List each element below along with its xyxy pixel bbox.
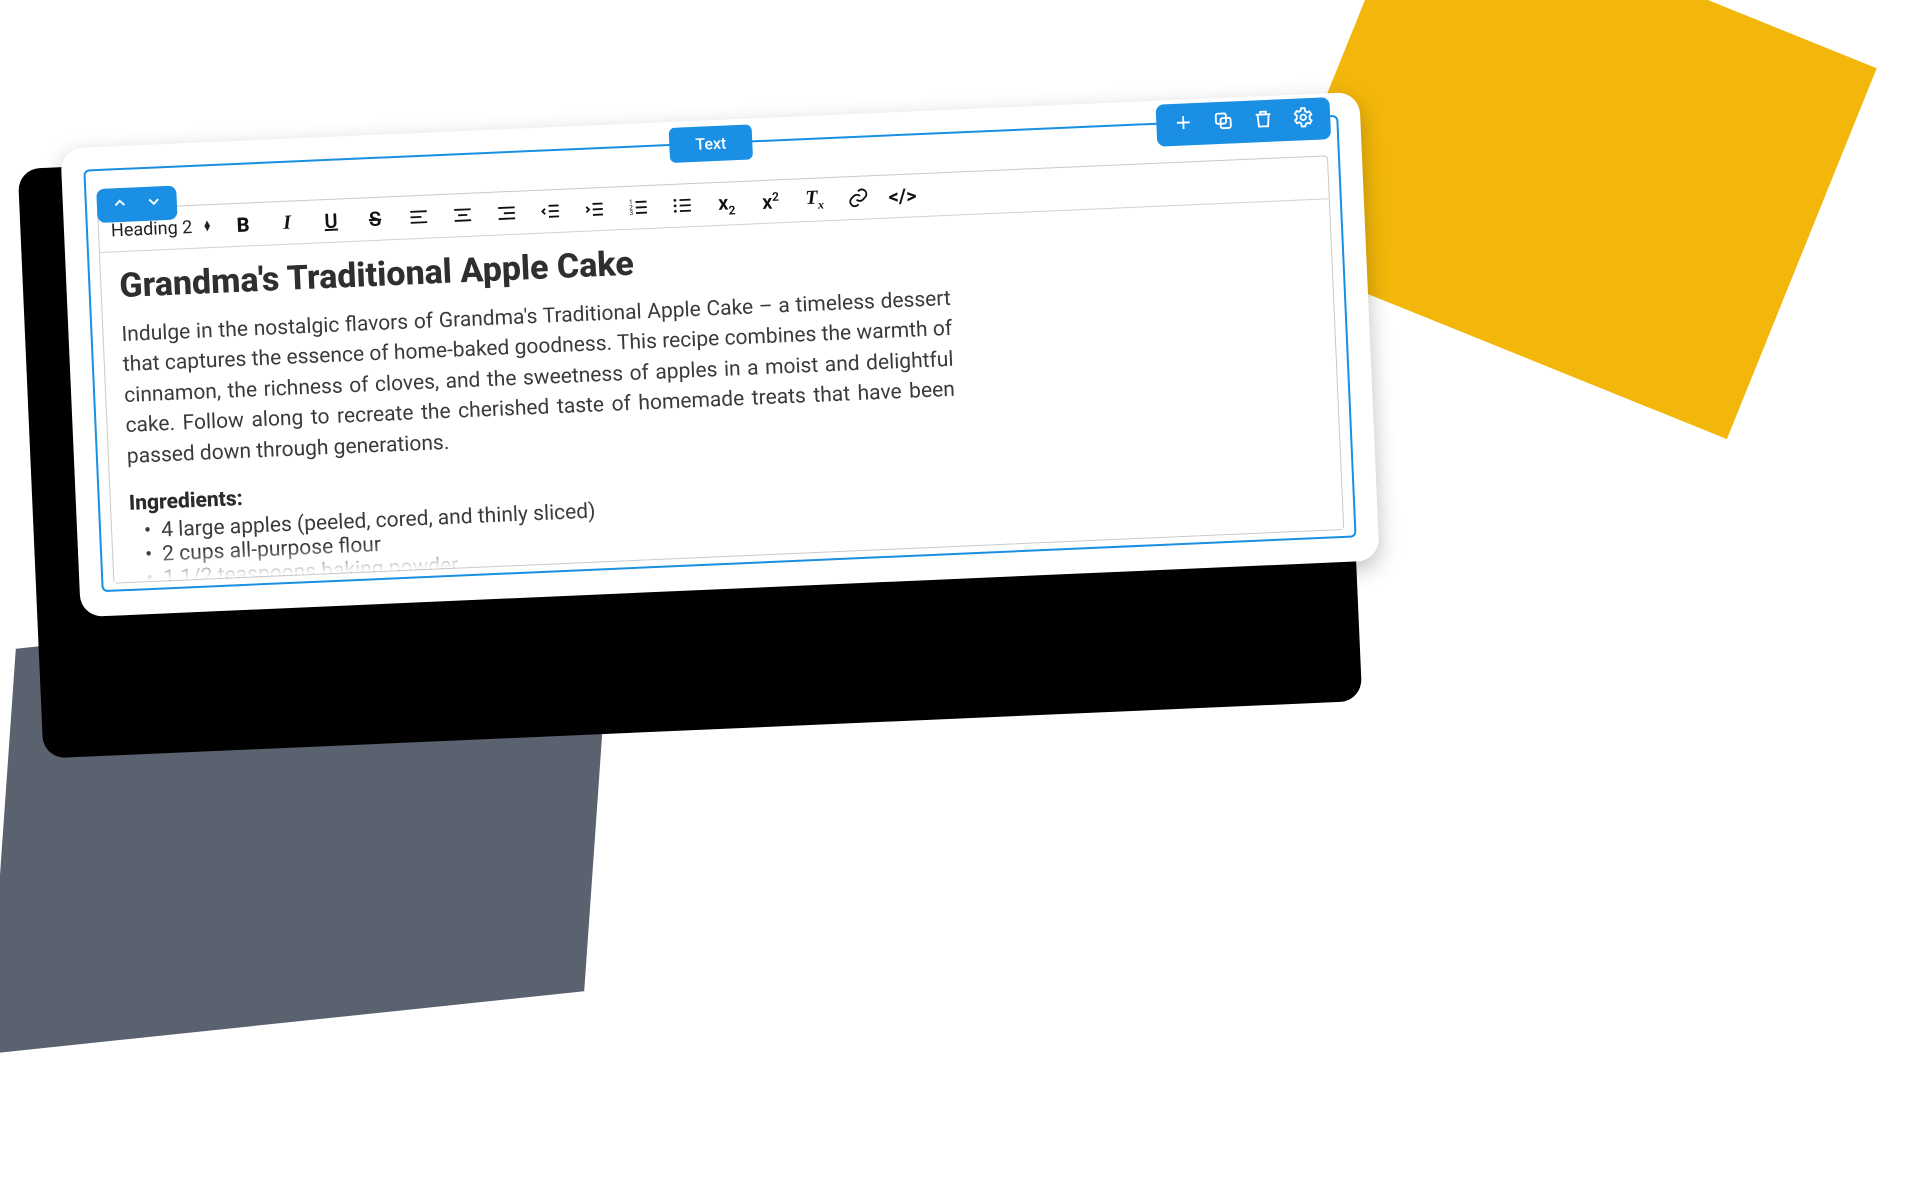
ordered-list-icon: 123 xyxy=(627,196,650,219)
superscript-button[interactable]: x2 xyxy=(757,188,784,215)
svg-text:3: 3 xyxy=(630,209,634,217)
strikethrough-button[interactable]: S xyxy=(361,205,388,232)
align-right-icon xyxy=(495,202,518,225)
outdent-icon xyxy=(539,200,562,223)
move-down-button[interactable] xyxy=(144,192,163,215)
delete-block-button[interactable] xyxy=(1252,108,1275,135)
block-reorder xyxy=(96,186,177,223)
italic-button[interactable]: I xyxy=(274,209,301,236)
superscript-icon: x2 xyxy=(762,189,780,214)
code-icon: </> xyxy=(888,183,917,208)
chevron-down-icon xyxy=(144,192,163,211)
editor-card: Text xyxy=(60,92,1379,617)
add-block-button[interactable] xyxy=(1172,111,1195,138)
align-center-button[interactable] xyxy=(449,202,476,229)
code-view-button[interactable]: </> xyxy=(889,182,916,209)
select-chevrons-icon: ▲▼ xyxy=(202,221,212,231)
unordered-list-icon xyxy=(671,194,694,217)
indent-button[interactable] xyxy=(581,196,608,223)
subscript-icon: x2 xyxy=(718,190,736,218)
move-up-button[interactable] xyxy=(110,194,129,217)
underline-icon: U xyxy=(324,209,338,234)
ordered-list-button[interactable]: 123 xyxy=(625,194,652,221)
editor-panel: Heading 2 ▲▼ B I U S xyxy=(97,155,1344,583)
editor-frame: Text xyxy=(83,115,1356,592)
link-icon xyxy=(847,186,870,209)
gear-icon xyxy=(1292,106,1315,129)
align-center-icon xyxy=(451,204,474,227)
align-right-button[interactable] xyxy=(493,200,520,227)
align-left-button[interactable] xyxy=(405,203,432,230)
plus-icon xyxy=(1172,111,1195,134)
indent-icon xyxy=(583,198,606,221)
block-type-label: Text xyxy=(695,134,727,154)
bold-icon: B xyxy=(236,212,250,237)
clear-format-icon: Tx xyxy=(805,186,824,213)
subscript-button[interactable]: x2 xyxy=(713,190,740,217)
unordered-list-button[interactable] xyxy=(669,192,696,219)
link-button[interactable] xyxy=(845,184,872,211)
clear-format-button[interactable]: Tx xyxy=(801,186,828,213)
block-type-tab[interactable]: Text xyxy=(669,124,753,163)
copy-icon xyxy=(1212,109,1235,132)
align-left-icon xyxy=(407,206,430,229)
bold-button[interactable]: B xyxy=(230,211,257,238)
block-settings-button[interactable] xyxy=(1292,106,1315,133)
duplicate-block-button[interactable] xyxy=(1212,109,1235,136)
underline-button[interactable]: U xyxy=(317,207,344,234)
editor-content[interactable]: Grandma's Traditional Apple Cake Indulge… xyxy=(100,199,1343,582)
block-actions xyxy=(1156,97,1332,147)
document-intro: Indulge in the nostalgic flavors of Gran… xyxy=(121,284,957,472)
italic-icon: I xyxy=(283,211,292,234)
outdent-button[interactable] xyxy=(537,198,564,225)
chevron-up-icon xyxy=(110,194,129,213)
trash-icon xyxy=(1252,108,1275,131)
strikethrough-icon: S xyxy=(368,207,381,232)
